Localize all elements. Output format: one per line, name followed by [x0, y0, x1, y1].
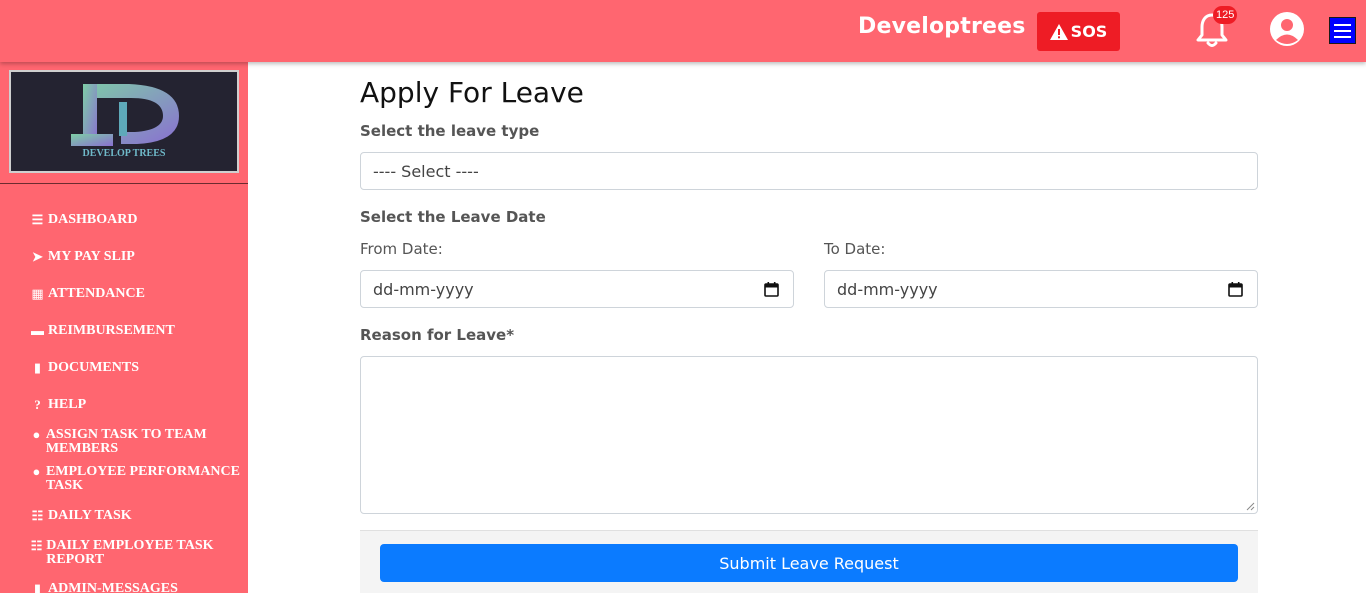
logo-divider	[0, 183, 248, 184]
from-date-label: From Date:	[360, 240, 443, 258]
to-date-input[interactable]: dd-mm-yyyy	[824, 270, 1258, 308]
to-date-placeholder: dd-mm-yyyy	[837, 279, 938, 299]
sidebar-item-dashboard[interactable]: ☰ DASHBOARD	[30, 213, 248, 227]
sidebar-item-documents[interactable]: ▮ DOCUMENTS	[30, 361, 248, 375]
sidebar-item-attendance[interactable]: ▦ ATTENDANCE	[30, 287, 248, 301]
warning-icon	[1049, 23, 1068, 40]
resize-grip-icon[interactable]	[1246, 502, 1255, 511]
page-title: Apply For Leave	[360, 76, 584, 109]
reason-textarea[interactable]	[360, 356, 1258, 514]
calendar-icon[interactable]	[764, 282, 779, 297]
task-list-icon: ☷	[31, 508, 44, 523]
file-icon: ▮	[33, 581, 42, 593]
sidebar-item-reimbursement[interactable]: ▬ REIMBURSEMENT	[30, 324, 248, 338]
user-circle-icon[interactable]	[1270, 12, 1304, 46]
reason-label: Reason for Leave*	[360, 326, 515, 344]
paper-plane-icon: ➤	[32, 249, 43, 264]
calendar-icon[interactable]	[1228, 282, 1243, 297]
to-date-label: To Date:	[824, 240, 886, 258]
leave-date-label: Select the Leave Date	[360, 208, 546, 226]
sidebar-item-assign-task[interactable]: ● ASSIGN TASK TO TEAM MEMBERS	[30, 428, 248, 456]
user-edit-icon: ●	[32, 464, 41, 479]
svg-text:DEVELOP TREES: DEVELOP TREES	[83, 148, 166, 159]
sidebar-item-daily-task[interactable]: ☷ DAILY TASK	[30, 509, 248, 523]
from-date-placeholder: dd-mm-yyyy	[373, 279, 474, 299]
leave-type-value: ---- Select ----	[373, 161, 479, 181]
list-icon: ☰	[31, 212, 44, 227]
sidebar-item-daily-employee-report[interactable]: ☷ DAILY EMPLOYEE TASK REPORT	[30, 539, 248, 567]
form-footer: Submit Leave Request	[360, 530, 1258, 593]
file-icon: ▮	[33, 360, 42, 375]
menu-toggle-button[interactable]	[1329, 17, 1356, 44]
credit-card-icon: ▬	[31, 323, 44, 338]
users-icon: ●	[32, 427, 41, 442]
notification-badge: 125	[1213, 6, 1238, 24]
leave-type-label: Select the leave type	[360, 122, 540, 140]
sos-button[interactable]: SOS	[1037, 12, 1120, 51]
sidebar-item-admin-messages[interactable]: ▮ ADMIN-MESSAGES	[30, 582, 248, 593]
calendar-icon: ▦	[31, 286, 44, 301]
sidebar: DEVELOP TREES ☰ DASHBOARD ➤ MY PAY SLIP …	[0, 62, 248, 593]
sos-label: SOS	[1070, 22, 1108, 41]
leave-type-select[interactable]: ---- Select ----	[360, 152, 1258, 190]
company-logo[interactable]: DEVELOP TREES	[9, 70, 239, 173]
submit-leave-button[interactable]: Submit Leave Request	[380, 544, 1238, 582]
question-circle-icon: ?	[34, 397, 41, 412]
sidebar-item-employee-performance[interactable]: ● EMPLOYEE PERFORMANCE TASK	[30, 465, 248, 493]
top-navbar: Developtrees SOS 125	[0, 0, 1366, 62]
task-list-icon: ☷	[30, 538, 43, 553]
sidebar-item-help[interactable]: ? HELP	[30, 398, 248, 412]
brand-name[interactable]: Developtrees	[858, 14, 1026, 39]
sidebar-item-my-pay-slip[interactable]: ➤ MY PAY SLIP	[30, 250, 248, 264]
from-date-input[interactable]: dd-mm-yyyy	[360, 270, 794, 308]
